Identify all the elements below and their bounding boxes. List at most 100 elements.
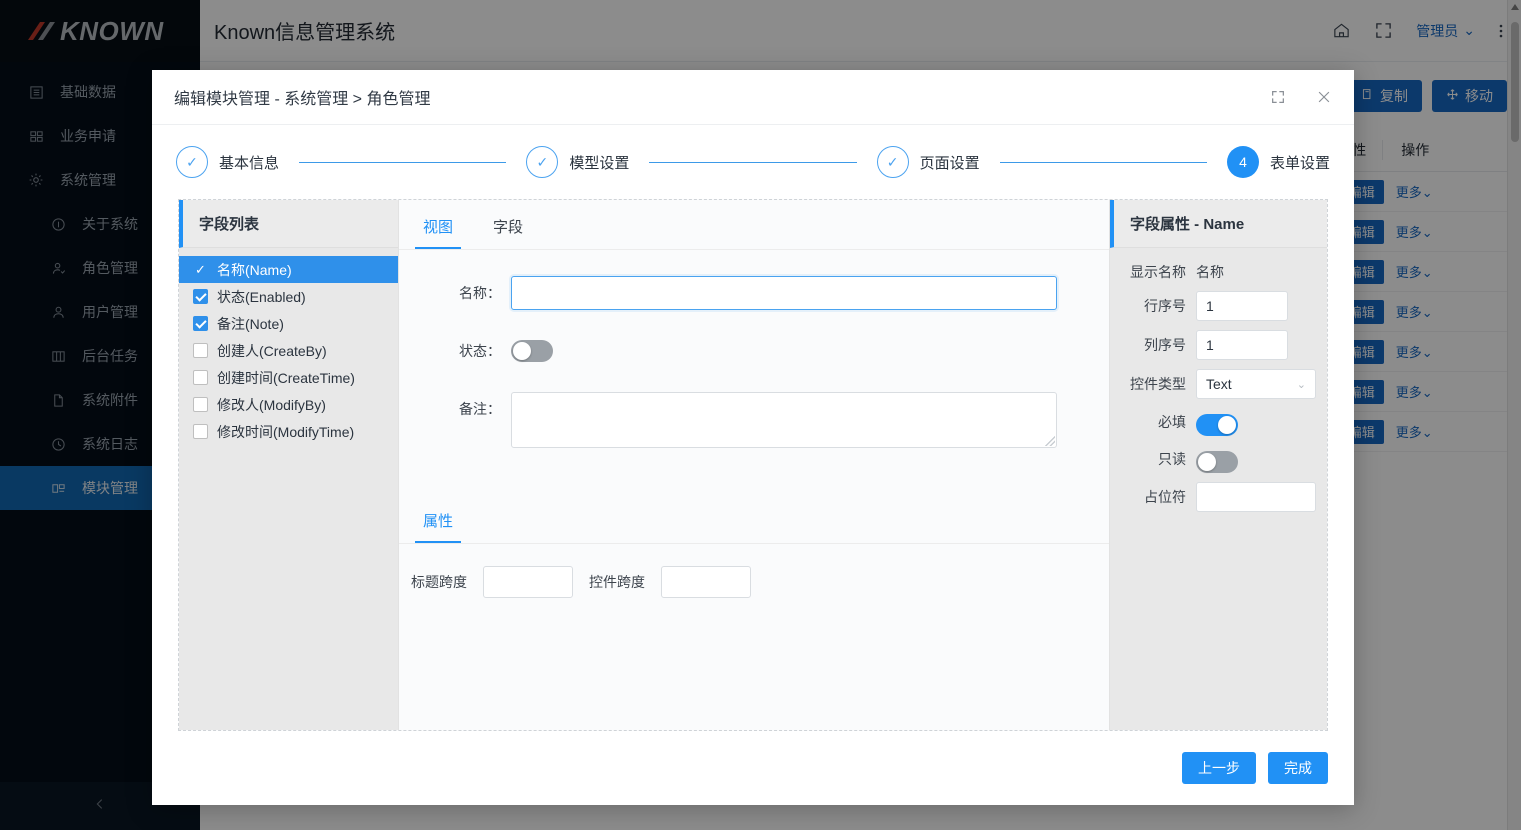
- step-label: 模型设置: [569, 154, 630, 172]
- toggle-knob: [1218, 416, 1236, 434]
- prop-required: 必填: [1110, 408, 1327, 436]
- form-designer-panel: 视图 字段 名称： 状态： 备注： 属性 标题跨度 控件跨度: [399, 200, 1109, 730]
- readonly-label: 只读: [1158, 451, 1186, 467]
- prop-control-type: 控件类型 Text ⌄: [1110, 369, 1327, 399]
- maximize-icon[interactable]: [1270, 89, 1286, 105]
- field-list-item-label: 状态(Enabled): [217, 288, 306, 305]
- field-list-item-label: 修改时间(ModifyTime): [217, 423, 355, 440]
- field-list-item-label: 创建时间(CreateTime): [217, 369, 355, 386]
- readonly-toggle[interactable]: [1196, 451, 1238, 473]
- field-checkbox[interactable]: [193, 343, 208, 358]
- prop-row-number: 行序号 1: [1110, 291, 1327, 321]
- tab-attributes[interactable]: 属性: [415, 510, 462, 543]
- preview-row-status: 状态：: [399, 334, 1057, 368]
- toggle-knob: [1198, 453, 1216, 471]
- step-model-settings[interactable]: ✓ 模型设置: [526, 146, 629, 178]
- control-span-input[interactable]: [661, 566, 751, 598]
- col-number-label: 列序号: [1144, 337, 1186, 353]
- step-check-icon: ✓: [526, 146, 559, 178]
- step-number: 4: [1226, 146, 1259, 178]
- field-properties-body: 显示名称 名称 行序号 1 列序号 1 控件类型 Text ⌄ 必填 只读 占位…: [1110, 248, 1327, 521]
- wizard-steps: ✓ 基本信息 ✓ 模型设置 ✓ 页面设置 4 表单设置: [152, 125, 1354, 199]
- field-list-item[interactable]: 创建时间(CreateTime): [179, 364, 398, 391]
- placeholder-input[interactable]: [1196, 482, 1316, 512]
- field-properties-panel: 字段属性 - Name 显示名称 名称 行序号 1 列序号 1 控件类型 Tex…: [1109, 200, 1327, 730]
- title-span-input[interactable]: [483, 566, 573, 598]
- required-toggle[interactable]: [1196, 414, 1238, 436]
- row-number-label: 行序号: [1144, 298, 1186, 314]
- field-checkbox[interactable]: [193, 397, 208, 412]
- field-list-items: ✓ 名称(Name) 状态(Enabled) 备注(Note) 创建人(CreateBy…: [179, 248, 398, 445]
- tab-fields[interactable]: 字段: [485, 216, 531, 249]
- field-checkbox[interactable]: [193, 370, 208, 385]
- modal-title: 编辑模块管理 - 系统管理 > 角色管理: [174, 91, 431, 108]
- field-list-item[interactable]: 创建人(CreateBy): [179, 337, 398, 364]
- preview-note-label: 备注：: [459, 401, 501, 417]
- step-form-settings[interactable]: 4 表单设置: [1226, 146, 1330, 178]
- step-check-icon: ✓: [176, 146, 208, 178]
- step-page-settings[interactable]: ✓ 页面设置: [876, 146, 980, 178]
- step-check-icon: ✓: [876, 146, 909, 178]
- field-list-item-label: 创建人(CreateBy): [217, 342, 327, 359]
- control-type-value: Text: [1206, 376, 1232, 392]
- modal-header-actions: [1270, 89, 1332, 105]
- step-connector: [299, 161, 507, 163]
- previous-step-button[interactable]: 上一步: [1182, 752, 1256, 784]
- step-basic-info[interactable]: ✓ 基本信息: [176, 146, 279, 178]
- field-list-title: 字段列表: [179, 200, 398, 248]
- preview-row-note: 备注：: [399, 392, 1057, 448]
- field-list-item[interactable]: 修改时间(ModifyTime): [179, 418, 398, 445]
- chevron-down-icon: ⌄: [1296, 378, 1306, 391]
- prop-readonly: 只读: [1110, 445, 1327, 473]
- field-checkbox[interactable]: [193, 316, 208, 331]
- field-properties-title: 字段属性 - Name: [1110, 200, 1327, 248]
- step-label: 页面设置: [919, 154, 980, 172]
- modal-footer: 上一步 完成: [152, 731, 1354, 805]
- field-list-item[interactable]: ✓ 名称(Name): [179, 256, 398, 283]
- modal-body: 字段列表 ✓ 名称(Name) 状态(Enabled) 备注(Note) 创建人(Cre…: [178, 199, 1328, 731]
- row-number-input[interactable]: 1: [1196, 291, 1288, 321]
- field-list-panel: 字段列表 ✓ 名称(Name) 状态(Enabled) 备注(Note) 创建人(Cre…: [179, 200, 399, 730]
- prop-col-number: 列序号 1: [1110, 330, 1327, 360]
- step-connector: [649, 161, 857, 163]
- field-list-item[interactable]: 修改人(ModifyBy): [179, 391, 398, 418]
- control-span-label: 控件跨度: [589, 574, 645, 590]
- preview-row-name: 名称：: [399, 276, 1057, 310]
- prop-display-name: 显示名称 名称: [1110, 262, 1327, 282]
- attribute-tabs: 属性: [399, 500, 1109, 544]
- field-checkbox[interactable]: [193, 289, 208, 304]
- preview-status-toggle[interactable]: [511, 340, 553, 362]
- designer-tabs: 视图 字段: [399, 200, 1109, 250]
- control-type-label: 控件类型: [1130, 376, 1186, 392]
- step-connector: [999, 161, 1207, 163]
- field-list-item[interactable]: 备注(Note): [179, 310, 398, 337]
- prop-placeholder: 占位符: [1110, 482, 1327, 512]
- close-icon[interactable]: [1316, 89, 1332, 105]
- field-list-item[interactable]: 状态(Enabled): [179, 283, 398, 310]
- field-list-item-label: 修改人(ModifyBy): [217, 396, 326, 413]
- attribute-section: 属性 标题跨度 控件跨度: [399, 500, 1109, 598]
- field-checkbox[interactable]: [193, 424, 208, 439]
- tab-view[interactable]: 视图: [415, 216, 462, 249]
- check-icon: ✓: [195, 261, 206, 277]
- preview-note-textarea[interactable]: [511, 392, 1057, 448]
- edit-module-modal: 编辑模块管理 - 系统管理 > 角色管理 ✓ 基本信息 ✓ 模型设置 ✓ 页面设…: [152, 70, 1354, 805]
- title-span-label: 标题跨度: [411, 574, 467, 590]
- control-type-select[interactable]: Text ⌄: [1196, 369, 1316, 399]
- placeholder-label: 占位符: [1144, 489, 1186, 505]
- field-list-item-label: 名称(Name): [217, 261, 292, 278]
- preview-name-input[interactable]: [511, 276, 1057, 310]
- display-name-value: 名称: [1196, 264, 1224, 280]
- toggle-knob: [513, 342, 531, 360]
- finish-button[interactable]: 完成: [1268, 752, 1328, 784]
- required-label: 必填: [1158, 414, 1186, 430]
- field-list-item-label: 备注(Note): [217, 315, 284, 332]
- attribute-fields: 标题跨度 控件跨度: [399, 544, 1109, 598]
- step-label: 表单设置: [1269, 154, 1330, 172]
- preview-name-label: 名称：: [459, 285, 501, 301]
- col-number-input[interactable]: 1: [1196, 330, 1288, 360]
- display-name-label: 显示名称: [1130, 264, 1186, 280]
- form-preview: 名称： 状态： 备注：: [399, 250, 1109, 472]
- step-label: 基本信息: [219, 154, 280, 172]
- modal-header: 编辑模块管理 - 系统管理 > 角色管理: [152, 70, 1354, 125]
